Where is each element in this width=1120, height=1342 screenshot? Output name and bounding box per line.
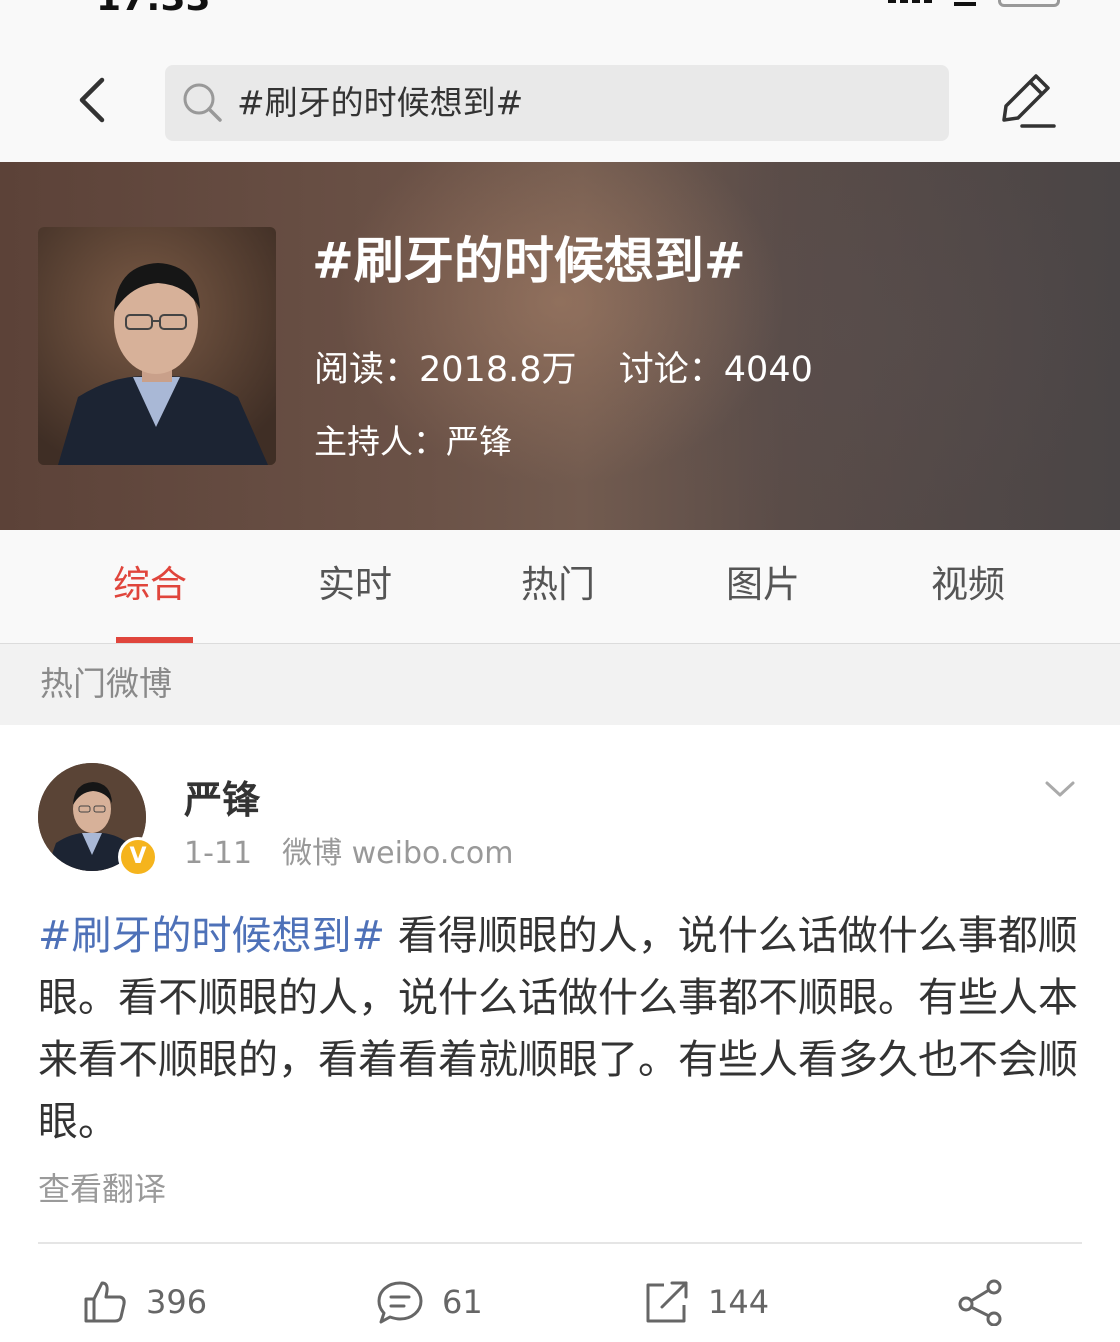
repost-icon [646, 1281, 688, 1323]
tab-bar: 综合 实时 热门 图片 视频 [0, 530, 1120, 644]
search-icon [183, 83, 222, 122]
battery-icon [998, 0, 1060, 7]
like-count: 396 [146, 1283, 208, 1321]
post-body: #刷牙的时候想到# 看得顺眼的人，说什么话做什么事都顺眼。看不顺眼的人，说什么话… [38, 905, 1082, 1153]
repost-count: 144 [708, 1283, 770, 1321]
tab-videos[interactable]: 视频 [931, 560, 1005, 610]
read-label: 阅读： [314, 350, 420, 390]
post-date: 1-11 [184, 836, 253, 871]
tab-comprehensive[interactable]: 综合 [113, 560, 187, 610]
verified-badge: V [118, 837, 158, 877]
tab-hot[interactable]: 热门 [521, 560, 595, 610]
edit-pencil-icon [1002, 74, 1056, 128]
search-query: #刷牙的时候想到# [237, 83, 524, 122]
active-tab-indicator [116, 637, 193, 643]
weibo-post: V 严锋 1-11 微博 weibo.com #刷牙的时候想到# 看得顺眼的人，说… [0, 725, 1120, 1342]
back-arrow-icon [79, 77, 105, 123]
status-time: 17:33 [96, 0, 211, 19]
discuss-count: 4040 [723, 350, 813, 390]
like-button[interactable]: 396 [82, 1277, 207, 1327]
topic-title: #刷牙的时候想到# [312, 232, 746, 290]
read-count: 2018.8万 [419, 350, 577, 390]
repost-button[interactable]: 144 [644, 1277, 769, 1327]
back-button[interactable] [70, 70, 120, 130]
topic-stats: 阅读：2018.8万 讨论：4040 [314, 348, 813, 392]
discuss-label: 讨论： [618, 350, 724, 390]
signal-icon [888, 0, 932, 3]
share-button[interactable] [956, 1277, 1004, 1327]
section-header: 热门微博 [0, 644, 1120, 725]
section-title: 热门微博 [40, 664, 172, 703]
host-photo[interactable] [38, 227, 276, 465]
status-indicators [888, 0, 1060, 7]
topic-banner: #刷牙的时候想到# 阅读：2018.8万 讨论：4040 主持人：严锋 [0, 162, 1120, 530]
topic-link[interactable]: #刷牙的时候想到# [38, 913, 385, 959]
comment-icon [377, 1281, 423, 1324]
top-nav: #刷牙的时候想到# [0, 30, 1120, 162]
post-menu-button[interactable] [1044, 777, 1076, 801]
author-name[interactable]: 严锋 [184, 775, 260, 825]
host-name[interactable]: 严锋 [446, 422, 512, 461]
divider [38, 1242, 1082, 1244]
tab-realtime[interactable]: 实时 [318, 560, 392, 610]
comment-button[interactable]: 61 [376, 1277, 483, 1327]
tab-images[interactable]: 图片 [726, 560, 800, 610]
translate-link[interactable]: 查看翻译 [38, 1167, 166, 1211]
search-input[interactable]: #刷牙的时候想到# [165, 65, 949, 141]
comment-count: 61 [442, 1283, 483, 1321]
compose-button[interactable] [996, 68, 1058, 132]
like-thumb-icon [84, 1281, 126, 1323]
post-meta: 1-11 微博 weibo.com [184, 833, 513, 875]
wifi-icon [954, 0, 976, 6]
host-label: 主持人： [314, 422, 446, 461]
chevron-down-icon [1045, 781, 1075, 797]
share-icon [958, 1279, 1002, 1326]
post-source: 微博 weibo.com [282, 836, 514, 871]
status-bar: 17:33 [0, 0, 1120, 30]
topic-host: 主持人：严锋 [314, 420, 512, 464]
host-portrait-image [38, 227, 276, 465]
